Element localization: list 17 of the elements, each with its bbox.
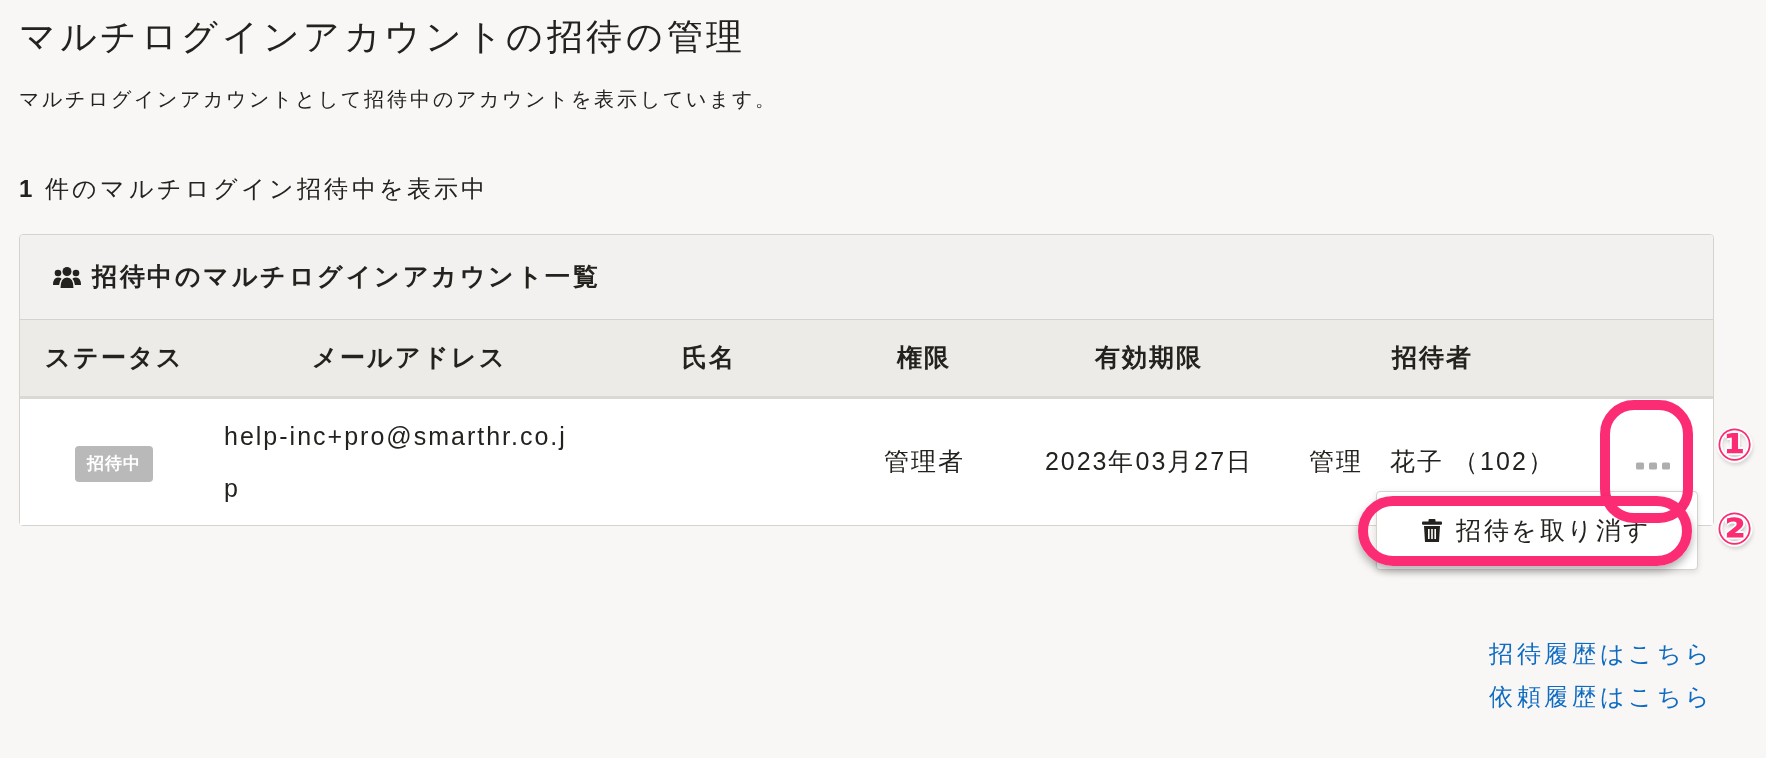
email-address: help-inc+pro@smarthr.co.jp [224, 421, 568, 504]
step-number: ① [1716, 422, 1754, 468]
page-description: マルチログインアカウントとして招待中のアカウントを表示しています。 [19, 87, 779, 112]
status-badge: 招待中 [75, 446, 153, 482]
cancel-invite-item[interactable]: 招待を取り消す [1414, 507, 1660, 554]
card-title: 招待中のマルチログインアカウント一覧 [92, 261, 600, 293]
step-number: ② [1716, 506, 1754, 552]
history-link[interactable]: 依頼履歴はこちら [1489, 675, 1714, 718]
trash-icon [1422, 519, 1443, 542]
page-title: マルチログインアカウントの招待の管理 [19, 15, 747, 58]
expiry-date: 2023年03月27日 [1044, 447, 1254, 476]
history-link[interactable]: 招待履歴はこちら [1489, 632, 1714, 675]
more-icon [1635, 462, 1670, 471]
inviter-name: 管理 花子 （102） [1309, 447, 1555, 476]
result-count-text: 1 件のマルチログイン招待中を表示中 [19, 174, 490, 204]
role-text: 管理者 [883, 447, 965, 476]
users-icon [53, 266, 81, 288]
